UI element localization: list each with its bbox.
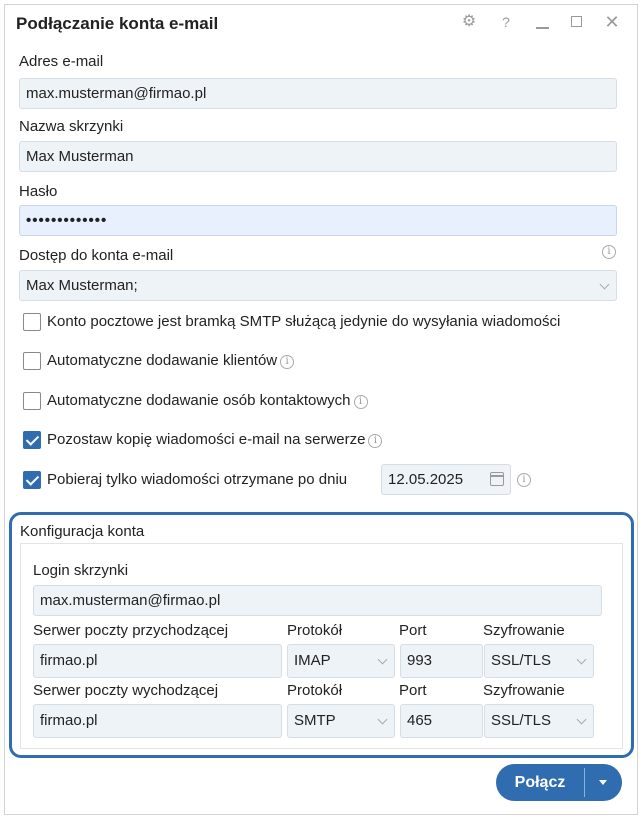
minimize-icon[interactable] [531, 11, 553, 33]
access-label: Dostęp do konta e-mail [19, 247, 174, 264]
gear-icon[interactable]: ⚙ [458, 11, 480, 33]
calendar-icon[interactable] [490, 472, 504, 486]
incoming-encryption-label: Szyfrowanie [483, 622, 565, 639]
outgoing-encryption-label: Szyfrowanie [483, 682, 565, 699]
auto-contacts-row: Automatyczne dodawanie osób kontaktowych… [47, 392, 368, 409]
info-icon[interactable]: i [602, 245, 616, 259]
mailbox-name-field[interactable]: Max Musterman [19, 141, 617, 172]
outgoing-port-field[interactable]: 465 [400, 704, 483, 738]
outgoing-protocol-value: SMTP [294, 712, 336, 729]
incoming-protocol-value: IMAP [294, 652, 331, 669]
keep-copy-label: Pozostaw kopię wiadomości e-mail na serw… [47, 431, 366, 448]
incoming-protocol-label: Protokół [287, 622, 343, 639]
password-field[interactable]: ••••••••••••• [19, 205, 617, 236]
chevron-down-icon [599, 279, 610, 290]
account-config-section: Konfiguracja konta Login skrzynki max.mu… [9, 512, 634, 758]
mailbox-name-label: Nazwa skrzynki [19, 118, 124, 135]
auto-contacts-label: Automatyczne dodawanie osób kontaktowych [47, 392, 351, 409]
email-label: Adres e-mail [19, 53, 104, 70]
chevron-down-icon [377, 654, 388, 665]
fetch-after-date-value: 12.05.2025 [388, 471, 464, 488]
close-icon[interactable]: ✕ [601, 11, 623, 33]
chevron-down-icon [377, 714, 388, 725]
info-icon[interactable]: i [517, 473, 531, 487]
incoming-protocol-select[interactable]: IMAP [287, 644, 395, 678]
info-icon[interactable]: i [353, 395, 368, 409]
incoming-server-label: Serwer poczty przychodzącej [33, 622, 229, 639]
chevron-down-icon [576, 654, 587, 665]
login-label: Login skrzynki [33, 562, 129, 579]
outgoing-encryption-value: SSL/TLS [491, 712, 552, 729]
email-field[interactable]: max.musterman@firmao.pl [19, 78, 617, 109]
outgoing-server-label: Serwer poczty wychodzącej [33, 682, 219, 699]
title-bar: Podłączanie konta e-mail ⚙ ? ✕ [5, 5, 637, 43]
access-select[interactable]: Max Musterman; [19, 270, 617, 301]
auto-clients-label: Automatyczne dodawanie klientów [47, 352, 278, 369]
smtp-gateway-label: Konto pocztowe jest bramką SMTP służącą … [47, 313, 561, 330]
config-section-title: Konfiguracja konta [20, 523, 145, 540]
incoming-encryption-select[interactable]: SSL/TLS [484, 644, 594, 678]
outgoing-server-field[interactable]: firmao.pl [33, 704, 282, 738]
password-label: Hasło [19, 183, 58, 200]
maximize-icon[interactable] [566, 11, 588, 33]
access-select-value: Max Musterman; [26, 277, 138, 294]
email-connect-dialog: Podłączanie konta e-mail ⚙ ? ✕ Adres e-m… [4, 4, 638, 815]
incoming-encryption-value: SSL/TLS [491, 652, 552, 669]
incoming-port-field[interactable]: 993 [400, 644, 483, 678]
smtp-gateway-checkbox[interactable] [23, 313, 41, 331]
fetch-after-date-input[interactable]: 12.05.2025 [381, 464, 511, 495]
keep-copy-row: Pozostaw kopię wiadomości e-mail na serw… [47, 431, 383, 448]
keep-copy-checkbox[interactable] [23, 431, 41, 449]
connect-dropdown-toggle[interactable] [585, 764, 622, 801]
connect-split-button: Połącz [496, 764, 622, 801]
info-icon[interactable]: i [280, 355, 295, 369]
connect-button[interactable]: Połącz [496, 764, 584, 801]
auto-clients-row: Automatyczne dodawanie klientów i [47, 352, 295, 369]
outgoing-protocol-select[interactable]: SMTP [287, 704, 395, 738]
outgoing-port-label: Port [399, 682, 427, 699]
incoming-port-label: Port [399, 622, 427, 639]
outgoing-protocol-label: Protokół [287, 682, 343, 699]
chevron-down-icon [576, 714, 587, 725]
login-field[interactable]: max.musterman@firmao.pl [33, 585, 602, 616]
fetch-after-label: Pobieraj tylko wiadomości otrzymane po d… [47, 471, 348, 488]
info-icon[interactable]: i [368, 434, 383, 448]
outgoing-encryption-select[interactable]: SSL/TLS [484, 704, 594, 738]
incoming-server-field[interactable]: firmao.pl [33, 644, 282, 678]
fetch-after-checkbox[interactable] [23, 471, 41, 489]
auto-clients-checkbox[interactable] [23, 352, 41, 370]
dialog-title: Podłączanie konta e-mail [16, 14, 219, 33]
help-icon[interactable]: ? [495, 11, 517, 33]
auto-contacts-checkbox[interactable] [23, 392, 41, 410]
